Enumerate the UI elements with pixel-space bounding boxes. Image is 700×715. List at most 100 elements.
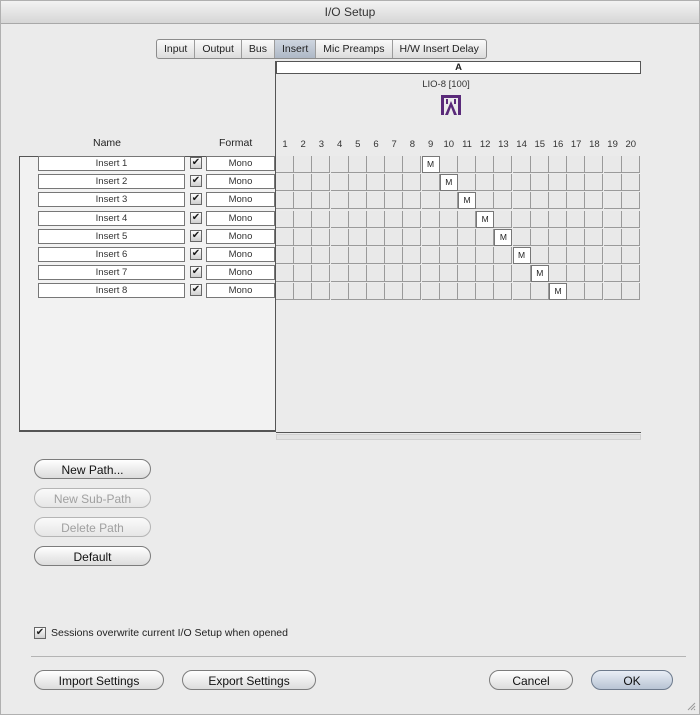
grid-cell[interactable] [458, 265, 476, 283]
ok-button[interactable]: OK [591, 670, 673, 690]
grid-cell[interactable] [567, 156, 586, 173]
grid-cell[interactable] [330, 156, 349, 173]
grid-cell[interactable] [621, 228, 640, 246]
grid-cell[interactable] [458, 156, 476, 173]
insert-format-field[interactable]: Mono [206, 156, 275, 171]
grid-cell[interactable] [312, 228, 331, 246]
insert-name-field[interactable]: Insert 5 [38, 228, 185, 244]
insert-format-field[interactable]: Mono [206, 228, 275, 244]
grid-cell[interactable] [330, 210, 349, 228]
grid-cell[interactable] [403, 247, 422, 264]
grid-cell[interactable] [367, 247, 385, 264]
grid-cell[interactable] [458, 247, 476, 264]
assigned-cell[interactable]: M [421, 156, 440, 173]
grid-cell[interactable] [621, 192, 640, 210]
grid-cell[interactable] [294, 228, 313, 246]
tab-input[interactable]: Input [157, 40, 196, 58]
grid-cell[interactable] [585, 283, 604, 301]
grid-cell[interactable] [330, 265, 349, 283]
grid-cell[interactable] [348, 174, 367, 192]
grid-cell[interactable] [603, 210, 622, 228]
assigned-cell[interactable]: M [476, 210, 495, 228]
grid-cell[interactable] [294, 174, 313, 192]
grid-cell[interactable] [294, 247, 313, 264]
grid-cell[interactable] [567, 210, 586, 228]
insert-format-field[interactable]: Mono [206, 283, 275, 299]
grid-cell[interactable] [403, 156, 422, 173]
grid-cell[interactable] [312, 156, 331, 173]
insert-name-field[interactable]: Insert 2 [38, 174, 185, 190]
grid-cell[interactable] [421, 228, 440, 246]
grid-cell[interactable] [330, 228, 349, 246]
assigned-cell[interactable]: M [458, 192, 476, 210]
grid-cell[interactable] [312, 192, 331, 210]
grid-cell[interactable] [312, 283, 331, 301]
grid-cell[interactable] [385, 174, 404, 192]
tab-bus[interactable]: Bus [242, 40, 275, 58]
grid-cell[interactable] [439, 228, 458, 246]
grid-cell[interactable] [476, 156, 495, 173]
insert-enable-checkbox[interactable]: ✔ [190, 229, 202, 242]
insert-format-field[interactable]: Mono [206, 247, 275, 262]
grid-cell[interactable] [276, 174, 294, 192]
insert-enable-checkbox[interactable]: ✔ [190, 248, 202, 260]
grid-cell[interactable] [585, 265, 604, 283]
grid-cell[interactable] [476, 265, 495, 283]
grid-cell[interactable] [367, 283, 385, 301]
grid-cell[interactable] [276, 192, 294, 210]
grid-cell[interactable] [494, 210, 513, 228]
grid-cell[interactable] [439, 283, 458, 301]
grid-cell[interactable] [385, 228, 404, 246]
grid-cell[interactable] [549, 210, 567, 228]
grid-cell[interactable] [403, 210, 422, 228]
grid-cell[interactable] [276, 283, 294, 301]
grid-cell[interactable] [603, 192, 622, 210]
grid-cell[interactable] [348, 192, 367, 210]
grid-cell[interactable] [385, 283, 404, 301]
grid-cell[interactable] [385, 247, 404, 264]
grid-cell[interactable] [294, 192, 313, 210]
grid-cell[interactable] [512, 283, 531, 301]
grid-cell[interactable] [494, 192, 513, 210]
grid-cell[interactable] [276, 228, 294, 246]
grid-cell[interactable] [476, 228, 495, 246]
grid-cell[interactable] [276, 247, 294, 264]
tab-mic-preamps[interactable]: Mic Preamps [316, 40, 393, 58]
grid-cell[interactable] [312, 265, 331, 283]
grid-cell[interactable] [294, 283, 313, 301]
insert-format-field[interactable]: Mono [206, 192, 275, 208]
grid-cell[interactable] [421, 210, 440, 228]
grid-cell[interactable] [549, 156, 567, 173]
grid-cell[interactable] [367, 174, 385, 192]
grid-cell[interactable] [585, 174, 604, 192]
grid-cell[interactable] [348, 283, 367, 301]
grid-cell[interactable] [421, 192, 440, 210]
grid-cell[interactable] [294, 156, 313, 173]
assigned-cell[interactable]: M [549, 283, 567, 301]
assigned-cell[interactable]: M [512, 247, 531, 264]
grid-cell[interactable] [294, 210, 313, 228]
grid-cell[interactable] [439, 156, 458, 173]
insert-name-field[interactable]: Insert 1 [38, 156, 185, 171]
grid-cell[interactable] [330, 283, 349, 301]
grid-cell[interactable] [403, 192, 422, 210]
grid-cell[interactable] [603, 156, 622, 173]
resize-grip-icon[interactable] [686, 701, 696, 711]
default-button[interactable]: Default [34, 546, 151, 566]
grid-cell[interactable] [421, 174, 440, 192]
grid-cell[interactable] [439, 192, 458, 210]
insert-name-field[interactable]: Insert 8 [38, 283, 185, 299]
grid-cell[interactable] [530, 192, 549, 210]
grid-cell[interactable] [439, 247, 458, 264]
grid-cell[interactable] [621, 247, 640, 264]
grid-cell[interactable] [585, 228, 604, 246]
grid-cell[interactable] [312, 210, 331, 228]
grid-cell[interactable] [476, 174, 495, 192]
sessions-overwrite-checkbox[interactable]: ✔ [34, 627, 46, 639]
grid-cell[interactable] [603, 265, 622, 283]
assigned-cell[interactable]: M [494, 228, 513, 246]
grid-cell[interactable] [603, 247, 622, 264]
grid-cell[interactable] [530, 283, 549, 301]
grid-cell[interactable] [421, 247, 440, 264]
grid-cell[interactable] [549, 247, 567, 264]
